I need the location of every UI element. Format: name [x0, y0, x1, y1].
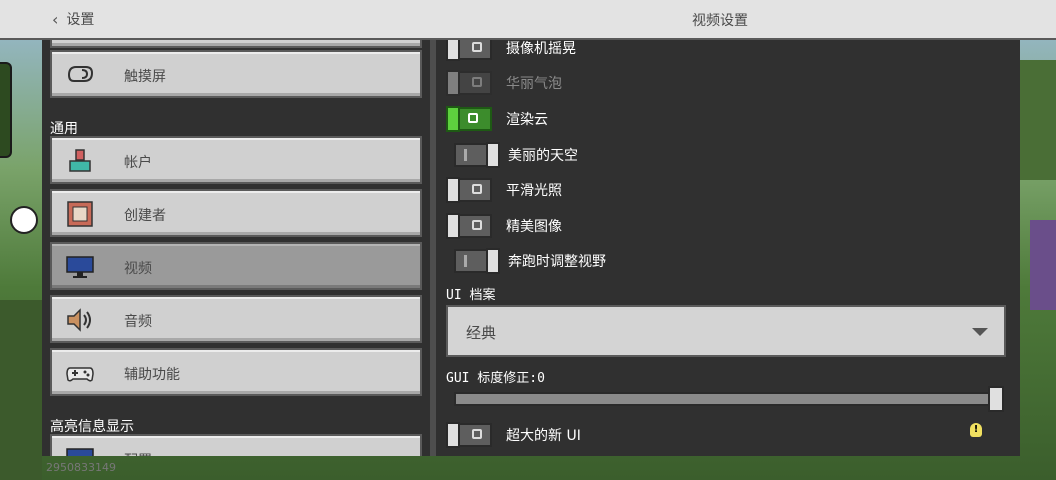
- sidebar-item-label: 辅助功能: [124, 367, 180, 383]
- sidebar-item-config[interactable]: 配置: [50, 434, 422, 456]
- section-general: 通用: [50, 121, 78, 137]
- header-bar: ‹ 设置 视频设置: [0, 0, 1056, 40]
- monitor-icon: [66, 448, 94, 456]
- setting-smooth-lighting[interactable]: 平滑光照: [446, 175, 562, 205]
- sidebar-item-hidden[interactable]: [50, 40, 422, 48]
- setting-fancy-graphics[interactable]: 精美图像: [446, 211, 562, 241]
- chevron-left-icon: ‹: [52, 9, 59, 29]
- sidebar-item-label: 触摸屏: [124, 69, 166, 85]
- info-icon[interactable]: !: [970, 423, 982, 437]
- touch-hand-icon: [67, 66, 94, 82]
- sidebar-item-label: 创建者: [124, 208, 166, 224]
- gui-scale-slider-knob[interactable]: [988, 386, 1004, 412]
- settings-sidebar: 触摸屏 通用 帐户 创建者 视频 音频 辅助功能 高亮信息显示: [42, 40, 430, 456]
- back-label: 设置: [66, 12, 95, 28]
- fancy-bubbles-toggle[interactable]: [446, 70, 492, 96]
- fov-sprint-toggle[interactable]: [454, 248, 500, 274]
- id-hint: 2950833149: [46, 461, 116, 474]
- chevron-down-icon: [972, 328, 988, 336]
- setting-label: 美丽的天空: [508, 148, 578, 164]
- setting-label: 奔跑时调整视野: [508, 254, 606, 270]
- fancy-graphics-toggle[interactable]: [446, 213, 492, 239]
- ui-profile-label: UI 档案: [446, 288, 496, 303]
- monitor-icon: [66, 256, 94, 278]
- setting-render-clouds[interactable]: 渲染云: [446, 104, 548, 134]
- sidebar-item-label: 配置: [124, 450, 152, 456]
- camera-shake-toggle[interactable]: [446, 40, 492, 61]
- sidebar-item-account[interactable]: 帐户: [50, 136, 422, 184]
- sidebar-item-accessibility[interactable]: 辅助功能: [50, 348, 422, 396]
- setting-fov-sprint[interactable]: 奔跑时调整视野: [446, 246, 606, 276]
- setting-label: 摄像机摇晃: [506, 41, 576, 57]
- setting-fancy-bubbles[interactable]: 华丽气泡: [446, 68, 562, 98]
- setting-label: 平滑光照: [506, 183, 562, 199]
- sidebar-item-creator[interactable]: 创建者: [50, 189, 422, 237]
- sidebar-item-label: 视频: [124, 261, 152, 277]
- beautiful-skies-toggle[interactable]: [454, 142, 500, 168]
- setting-beautiful-skies[interactable]: 美丽的天空: [446, 140, 578, 170]
- gui-scale-label: GUI 标度修正:0: [446, 371, 545, 386]
- side-tab[interactable]: [0, 62, 12, 158]
- sidebar-item-touch[interactable]: 触摸屏: [50, 50, 422, 98]
- sidebar-item-video[interactable]: 视频: [50, 242, 422, 290]
- large-ui-toggle[interactable]: [446, 422, 492, 448]
- video-settings-panel: 摄像机摇晃 华丽气泡 渲染云 美丽的天空 平滑光照 精美图像 奔跑时调整视野 U…: [436, 40, 1020, 456]
- gui-scale-slider[interactable]: [454, 392, 1000, 406]
- sidebar-item-audio[interactable]: 音频: [50, 295, 422, 343]
- speaker-icon: [67, 308, 91, 332]
- page-title: 视频设置: [692, 13, 748, 29]
- gamepad-icon: [66, 367, 94, 382]
- setting-label: 渲染云: [506, 112, 548, 128]
- ui-profile-value: 经典: [466, 324, 497, 342]
- smooth-lighting-toggle[interactable]: [446, 177, 492, 203]
- back-button[interactable]: ‹ 设置: [52, 8, 94, 30]
- account-icon: [69, 149, 91, 172]
- render-clouds-toggle[interactable]: [446, 106, 492, 132]
- creator-icon: [67, 201, 93, 227]
- ui-profile-dropdown[interactable]: 经典: [446, 305, 1006, 357]
- setting-label: 超大的新 UI: [506, 428, 581, 444]
- setting-camera-shake[interactable]: 摄像机摇晃: [446, 40, 576, 63]
- sidebar-item-label: 音频: [124, 314, 152, 330]
- setting-label: 精美图像: [506, 219, 562, 235]
- joystick-dot[interactable]: [10, 206, 38, 234]
- setting-label: 华丽气泡: [506, 76, 562, 92]
- sidebar-item-label: 帐户: [124, 155, 152, 171]
- setting-large-ui[interactable]: 超大的新 UI: [446, 420, 581, 450]
- section-highlight: 高亮信息显示: [50, 419, 134, 435]
